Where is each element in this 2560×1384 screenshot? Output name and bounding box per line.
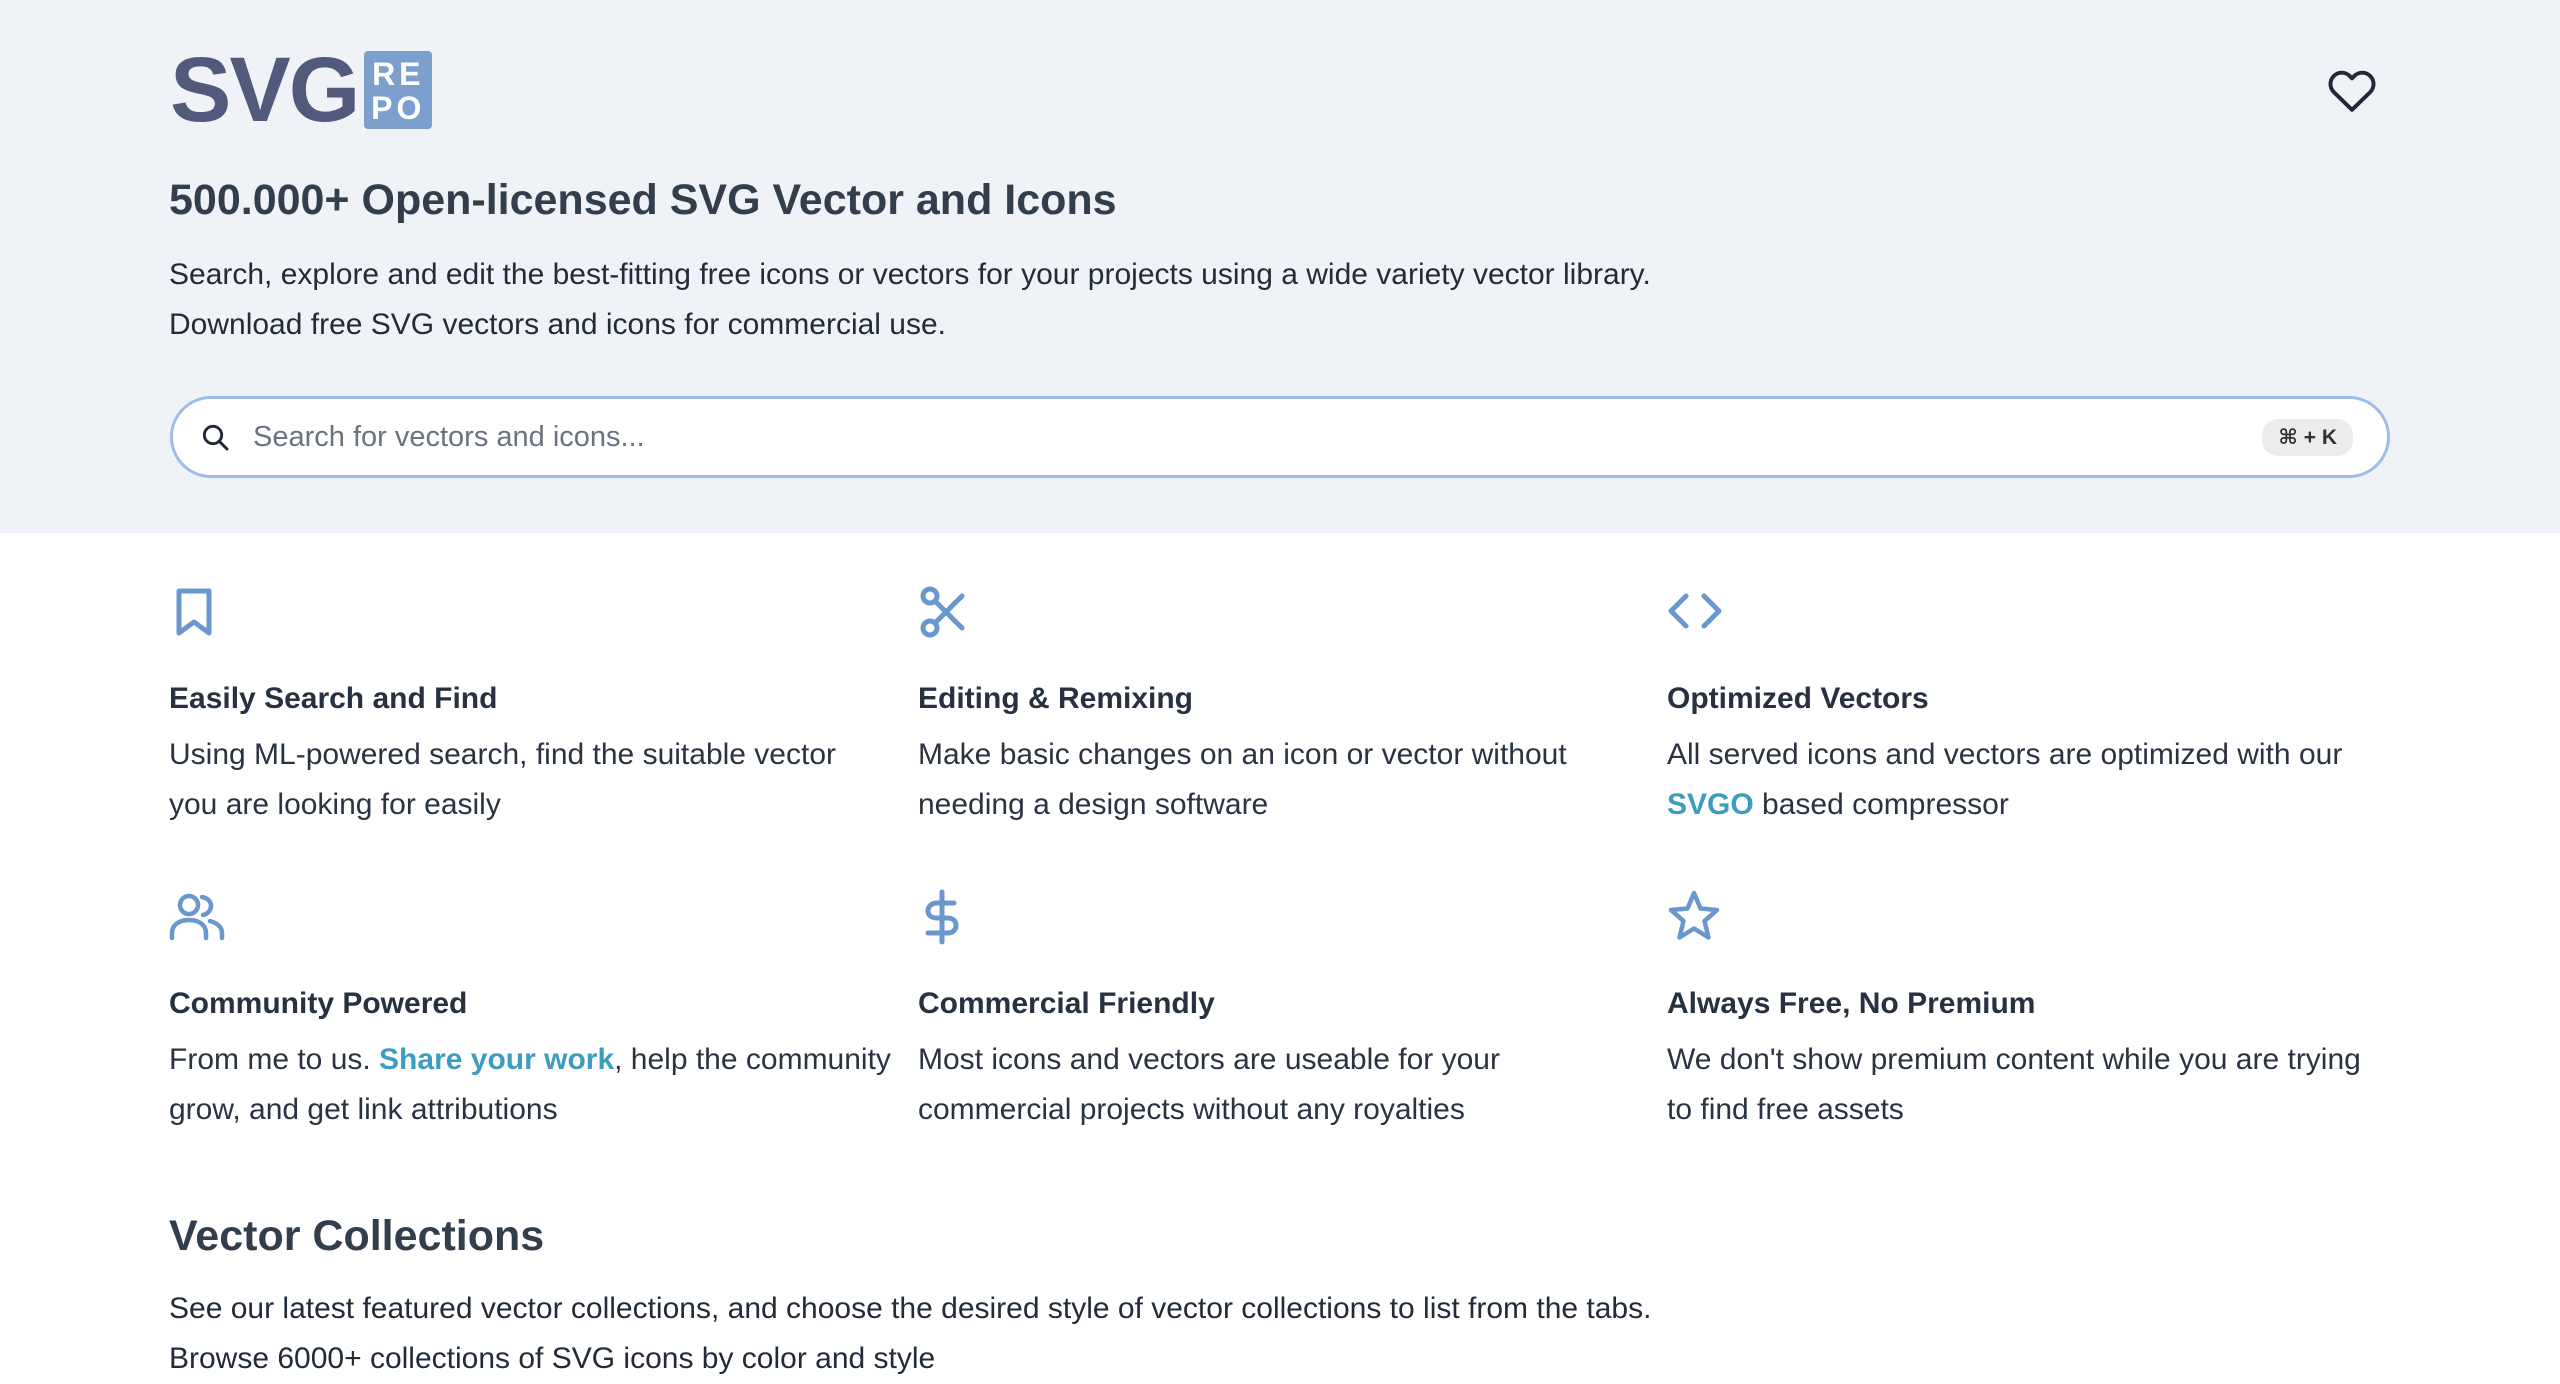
keyboard-shortcut-hint: ⌘ + K bbox=[2262, 418, 2353, 456]
svgrepo-logo[interactable]: SVG RE PO bbox=[170, 39, 433, 141]
feature-description-text: From me to us. bbox=[169, 1043, 380, 1076]
share-your-work-link[interactable]: Share your work bbox=[379, 1043, 614, 1076]
feature-description-text: , help the community bbox=[614, 1043, 891, 1076]
logo-badge-line2: PO bbox=[371, 90, 426, 126]
hero-description: Search, explore and edit the best-fittin… bbox=[169, 250, 1651, 350]
feature-description-line: you are looking for easily bbox=[169, 788, 501, 821]
dollar-icon bbox=[925, 889, 959, 945]
feature-commercial: Commercial Friendly Most icons and vecto… bbox=[918, 889, 1638, 1135]
svgo-link[interactable]: SVGO bbox=[1667, 788, 1754, 821]
feature-title: Always Free, No Premium bbox=[1667, 987, 2036, 1020]
collections-description-line: Browse 6000+ collections of SVG icons by… bbox=[169, 1342, 936, 1375]
feature-description-line: All served icons and vectors are optimiz… bbox=[1667, 738, 2343, 771]
heart-icon bbox=[2328, 70, 2376, 112]
bookmark-icon bbox=[176, 588, 212, 636]
feature-title: Editing & Remixing bbox=[918, 682, 1194, 715]
feature-title: Optimized Vectors bbox=[1667, 682, 1929, 715]
search-input[interactable] bbox=[251, 419, 2263, 455]
logo-badge-line1: RE bbox=[372, 56, 425, 92]
feature-community: Community Powered From me to us. Share y… bbox=[169, 889, 891, 1135]
favorites-button[interactable] bbox=[2322, 62, 2382, 118]
search-icon bbox=[202, 424, 229, 451]
collections-description: See our latest featured vector collectio… bbox=[169, 1284, 1651, 1384]
users-icon bbox=[169, 893, 225, 941]
feature-optimized: Optimized Vectors All served icons and v… bbox=[1667, 584, 2387, 830]
feature-description: Make basic changes on an icon or vector … bbox=[918, 730, 1638, 830]
hero-description-line: Download free SVG vectors and icons for … bbox=[169, 308, 946, 341]
star-icon bbox=[1668, 890, 1720, 940]
feature-description-line: commercial projects without any royaltie… bbox=[918, 1093, 1465, 1126]
hero-section: SVG RE PO 500.000+ Open-licensed SVG Vec… bbox=[0, 0, 2560, 533]
feature-description: All served icons and vectors are optimiz… bbox=[1667, 730, 2387, 830]
feature-description-line: grow, and get link attributions bbox=[169, 1093, 558, 1126]
feature-title: Easily Search and Find bbox=[169, 682, 498, 715]
feature-description: Using ML-powered search, find the suitab… bbox=[169, 730, 889, 830]
hero-description-line: Search, explore and edit the best-fittin… bbox=[169, 258, 1651, 291]
feature-description-line: SVGO based compressor bbox=[1667, 780, 2387, 830]
feature-description-line: We don't show premium content while you … bbox=[1667, 1043, 2361, 1076]
collections-title: Vector Collections bbox=[169, 1212, 545, 1260]
page-title: 500.000+ Open-licensed SVG Vector and Ic… bbox=[169, 176, 1117, 224]
feature-title: Commercial Friendly bbox=[918, 987, 1215, 1020]
feature-description-line: Using ML-powered search, find the suitab… bbox=[169, 738, 837, 771]
feature-description-line: Most icons and vectors are useable for y… bbox=[918, 1043, 1500, 1076]
logo-badge: RE PO bbox=[364, 51, 433, 129]
logo-wordmark: SVG bbox=[170, 39, 360, 141]
feature-free: Always Free, No Premium We don't show pr… bbox=[1667, 889, 2387, 1135]
feature-description-text: based compressor bbox=[1753, 788, 2009, 821]
search-bar[interactable]: ⌘ + K bbox=[170, 396, 2390, 478]
code-icon bbox=[1668, 593, 1722, 629]
feature-description-line: to find free assets bbox=[1667, 1093, 1904, 1126]
feature-search: Easily Search and Find Using ML-powered … bbox=[169, 584, 889, 830]
feature-description: Most icons and vectors are useable for y… bbox=[918, 1035, 1638, 1135]
feature-title: Community Powered bbox=[169, 987, 468, 1020]
scissors-icon bbox=[920, 586, 965, 638]
feature-description: We don't show premium content while you … bbox=[1667, 1035, 2387, 1135]
feature-editing: Editing & Remixing Make basic changes on… bbox=[918, 584, 1638, 830]
feature-description: From me to us. Share your work, help the… bbox=[169, 1035, 891, 1135]
collections-description-line: See our latest featured vector collectio… bbox=[169, 1292, 1652, 1325]
feature-description-line: Make basic changes on an icon or vector … bbox=[918, 738, 1567, 771]
feature-description-line: needing a design software bbox=[918, 788, 1269, 821]
feature-description-line: From me to us. Share your work, help the… bbox=[169, 1035, 891, 1085]
